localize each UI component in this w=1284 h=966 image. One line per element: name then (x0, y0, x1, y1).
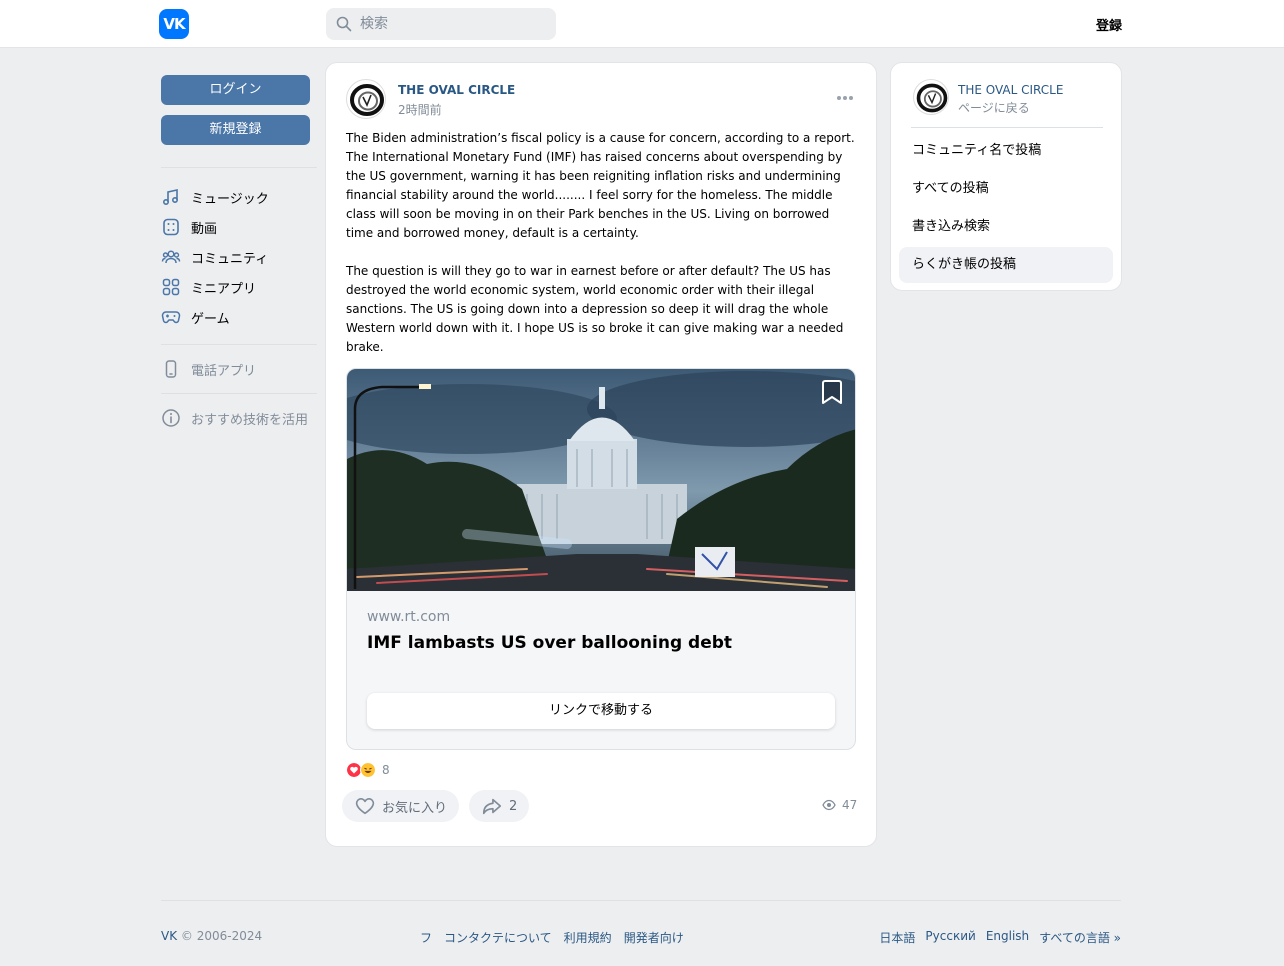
side-divider (911, 127, 1103, 128)
register-link[interactable]: 登録 (1096, 15, 1122, 34)
info-icon (162, 409, 180, 427)
reactions-summary[interactable]: 8 (346, 762, 390, 778)
sidebar-item-video[interactable]: 動画 (161, 214, 317, 240)
lang-english[interactable]: English (986, 929, 1029, 946)
sidebar-item-label: ゲーム (191, 311, 230, 327)
footer-link-terms[interactable]: 利用規約 (564, 929, 612, 946)
post-card: THE OVAL CIRCLE 2時間前 The Biden administr… (325, 62, 877, 847)
post-paragraph: The question is will they go to war in e… (346, 264, 844, 354)
share-icon (482, 798, 502, 815)
video-icon (163, 218, 179, 236)
sidebar-item-games[interactable]: ゲーム (161, 304, 317, 330)
heart-icon (355, 798, 375, 815)
login-button[interactable]: ログイン (161, 75, 310, 105)
sidebar-item-label: 動画 (191, 221, 218, 237)
sidebar-item-mini-apps[interactable]: ミニアプリ (161, 274, 317, 300)
vk-logo[interactable]: VK (159, 9, 189, 39)
footer-link-developers[interactable]: 開発者向け (624, 929, 684, 946)
link-attachment[interactable]: www.rt.com IMF lambasts US over ballooni… (346, 368, 856, 750)
back-to-page-link[interactable]: ページに戻る (958, 99, 1030, 116)
lang-all[interactable]: すべての言語 » (1039, 929, 1121, 946)
sidebar-item-label: ミニアプリ (191, 281, 257, 297)
community-icon (161, 250, 181, 264)
post-time[interactable]: 2時間前 (398, 101, 442, 118)
bookmark-icon[interactable] (821, 379, 843, 405)
post-text: The Biden administration’s fiscal policy… (346, 129, 858, 376)
lang-japanese[interactable]: 日本語 (879, 929, 915, 946)
footer-vk-link[interactable]: VK (161, 929, 177, 943)
sidebar-item-community[interactable]: コミュニティ (161, 244, 317, 270)
share-button[interactable]: 2 (469, 790, 530, 822)
more-options-icon[interactable] (836, 95, 854, 101)
lang-russian[interactable]: Русский (925, 929, 975, 946)
sidebar-item-label: おすすめ技術を活用 (191, 412, 309, 428)
oval-circle-logo (916, 83, 948, 113)
gamepad-icon (161, 311, 181, 324)
side-item-wall-posts[interactable]: らくがき帳の投稿 (899, 247, 1113, 283)
sidebar-item-label: ミュージック (191, 191, 269, 207)
phone-icon (165, 360, 177, 378)
search-input[interactable] (360, 8, 550, 40)
community-name[interactable]: THE OVAL CIRCLE (958, 83, 1063, 97)
music-icon (162, 189, 179, 206)
community-avatar[interactable] (913, 79, 949, 115)
view-count: 47 (822, 798, 857, 812)
side-item-community-posts[interactable]: コミュニティ名で投稿 (899, 133, 1113, 169)
footer-languages: 日本語 Русский English すべての言語 » (879, 929, 1121, 946)
author-avatar[interactable] (346, 79, 386, 119)
link-domain: www.rt.com (367, 609, 451, 625)
views-number: 47 (842, 798, 858, 812)
footer-divider (161, 900, 1121, 901)
link-title[interactable]: IMF lambasts US over ballooning debt (367, 633, 732, 653)
reaction-count: 8 (382, 763, 390, 777)
sidebar-item-phone-app[interactable]: 電話アプリ (161, 356, 317, 382)
search-icon (336, 16, 352, 32)
sidebar-item-label: 電話アプリ (191, 363, 257, 379)
like-button[interactable]: お気に入り (342, 790, 460, 822)
sidebar-item-recommend[interactable]: おすすめ技術を活用 (161, 405, 317, 431)
like-label: お気に入り (382, 800, 448, 816)
side-item-search-posts[interactable]: 書き込み検索 (899, 209, 1113, 245)
open-link-button[interactable]: リンクで移動する (367, 693, 835, 729)
footer-links: フ コンタクテについて 利用規約 開発者向け (420, 929, 684, 946)
nav-divider (161, 344, 317, 345)
post-paragraph: The Biden administration’s fiscal policy… (346, 131, 855, 240)
footer-link[interactable]: フ (420, 929, 432, 946)
capitol-photo[interactable] (347, 369, 856, 591)
search-box[interactable] (326, 8, 556, 40)
author-name[interactable]: THE OVAL CIRCLE (398, 83, 515, 97)
footer-link-about[interactable]: コンタクテについて (444, 929, 552, 946)
share-count: 2 (509, 798, 518, 814)
footer-copyright: VK © 2006-2024 (161, 929, 262, 943)
oval-circle-logo (350, 84, 384, 116)
side-item-all-posts[interactable]: すべての投稿 (899, 171, 1113, 207)
nav-divider (161, 167, 317, 168)
sidebar-item-label: コミュニティ (191, 251, 269, 267)
top-bar: VK 登録 (0, 0, 1284, 48)
footer-years: © 2006-2024 (180, 929, 263, 943)
sidebar-item-music[interactable]: ミュージック (161, 184, 317, 210)
nav-divider (161, 393, 317, 394)
signup-button[interactable]: 新規登録 (161, 115, 310, 145)
community-side-panel: THE OVAL CIRCLE ページに戻る コミュニティ名で投稿 すべての投稿… (890, 62, 1122, 291)
laughing-reaction-icon (360, 762, 376, 778)
apps-icon (162, 278, 180, 296)
eye-icon (822, 799, 836, 811)
